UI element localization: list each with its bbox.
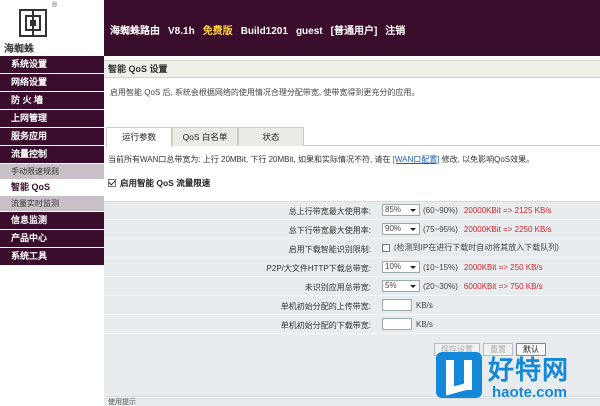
product-name: 海蜘蛛路由 [110, 26, 160, 37]
sidebar-item-services[interactable]: 服务应用 [0, 128, 104, 145]
download-usage-range: (75~95%) [423, 224, 458, 234]
sidebar-subitem-manual-rate-limit[interactable]: 手动限速规则 [0, 164, 104, 179]
watermark-logo-icon [436, 352, 482, 398]
tab-qos-whitelist[interactable]: QoS 白名单 [172, 127, 238, 146]
logout-link[interactable]: 注销 [385, 26, 405, 37]
upload-usage-row: 总上行带宽最大使用率: 85% (60~90%) 20000KBit => 21… [104, 202, 600, 220]
unknown-app-row: 未识别应用总带宽: 5% (20~30%) 6000KBit => 750 KB… [104, 278, 600, 296]
smart-detect-row: 启用下载智能识别限制: (检测到IP在进行下载时自动将其放入下载队列) [104, 240, 600, 258]
header: ® 海蜘蛛 海蜘蛛路由 V8.1h 免费版 Build1201 guest [普通用户] 注… [0, 0, 600, 56]
download-usage-calc: 20000KBit => 2250 KB/s [463, 224, 552, 234]
logo: ® 海蜘蛛 [0, 0, 104, 56]
sidebar-item-system-settings[interactable]: 系统设置 [0, 56, 104, 73]
enable-qos-row: 启用智能 QoS 流量限速 [108, 177, 210, 189]
page-title: 智能 QoS 设置 [104, 60, 600, 78]
logo-icon [19, 9, 47, 37]
build: Build1201 [240, 26, 288, 37]
watermark-text: 好特网 [488, 355, 570, 385]
download-usage-row: 总下行带宽最大使用率: 90% (75~95%) 20000KBit => 22… [104, 221, 600, 239]
top-bar: 海蜘蛛路由 V8.1h 免费版 Build1201 guest [普通用户] 注销 [104, 0, 600, 56]
init-upload-row: 单机初始分配的上传带宽: KB/s [104, 297, 600, 315]
top-bar-info: 海蜘蛛路由 V8.1h 免费版 Build1201 guest [普通用户] 注销 [110, 22, 413, 37]
p2p-row: P2P/大文件HTTP下载总带宽: 10% (10~15%) 2000KBit … [104, 259, 600, 277]
logo-text: 海蜘蛛 [4, 44, 34, 55]
registered-mark: ® [52, 2, 58, 9]
tab-run-params[interactable]: 运行参数 [106, 127, 172, 147]
p2p-select[interactable]: 10% [382, 261, 420, 273]
init-upload-unit: KB/s [416, 300, 433, 310]
enable-qos-label: 启用智能 QoS 流量限速 [120, 178, 211, 188]
username: guest [295, 26, 323, 37]
p2p-label: P2P/大文件HTTP下载总带宽: [266, 264, 371, 273]
watermark-domain: haote.com [492, 384, 568, 401]
download-usage-select[interactable]: 90% [382, 223, 420, 235]
sidebar-item-system-tools[interactable]: 系统工具 [0, 248, 104, 265]
bandwidth-info-suffix: 修改, 以免影响QoS效果。 [441, 155, 535, 164]
wan-config-link[interactable]: [WAN口配置] [393, 155, 440, 164]
upload-usage-calc: 20000KBit => 2125 KB/s [463, 205, 552, 215]
tab-bar: 运行参数 QoS 白名单 状态 [106, 127, 600, 147]
unknown-app-range: (20~30%) [423, 281, 458, 291]
smart-detect-note: (检测到IP在进行下载时自动将其放入下载队列) [394, 243, 559, 252]
unknown-app-calc: 6000KBit => 750 KB/s [463, 281, 543, 291]
bandwidth-info: 当前所有WAN口总带宽为: 上行 20MBit, 下行 20MBit, 如果和实… [108, 154, 534, 165]
unknown-app-label: 未识别应用总带宽: [304, 283, 371, 292]
edition-badge: 免费版 [202, 26, 233, 37]
p2p-calc: 2000KBit => 250 KB/s [463, 262, 543, 272]
sidebar-item-network-settings[interactable]: 网络设置 [0, 74, 104, 91]
version: V8.1h [168, 26, 195, 37]
download-usage-label: 总下行带宽最大使用率: [288, 226, 371, 235]
bandwidth-info-text: 当前所有WAN口总带宽为: 上行 20MBit, 下行 20MBit, 如果和实… [108, 155, 391, 164]
smart-detect-checkbox[interactable] [382, 243, 390, 252]
tab-status[interactable]: 状态 [238, 127, 304, 146]
sidebar-subitem-traffic-monitor[interactable]: 流量实时监测 [0, 196, 104, 211]
page-description: 启用智能 QoS 后, 系统会根据网络的使用情况合理分配带宽, 使带宽得到更充分… [110, 88, 420, 97]
sidebar-subitem-smart-qos[interactable]: 智能 QoS [0, 180, 104, 195]
sidebar-item-traffic-control[interactable]: 流量控制 [0, 146, 104, 163]
smart-detect-label: 启用下载智能识别限制: [288, 245, 371, 254]
init-download-input[interactable] [382, 318, 412, 330]
sidebar: 系统设置 网络设置 防 火 墙 上网管理 服务应用 流量控制 手动限速规则 智能… [0, 56, 104, 406]
p2p-range: (10~15%) [423, 262, 458, 272]
init-download-unit: KB/s [416, 319, 433, 329]
sidebar-item-firewall[interactable]: 防 火 墙 [0, 92, 104, 109]
enable-qos-checkbox[interactable] [108, 179, 116, 187]
unknown-app-select[interactable]: 5% [382, 280, 420, 292]
watermark: 好特网 haote.com [436, 338, 600, 406]
init-upload-input[interactable] [382, 299, 412, 311]
user-role: [普通用户] [330, 26, 378, 37]
init-download-row: 单机初始分配的下载带宽: KB/s [104, 316, 600, 334]
upload-usage-label: 总上行带宽最大使用率: [288, 207, 371, 216]
init-download-label: 单机初始分配的下载带宽: [280, 321, 371, 330]
init-upload-label: 单机初始分配的上传带宽: [280, 302, 371, 311]
upload-usage-select[interactable]: 85% [382, 204, 420, 216]
sidebar-item-internet-management[interactable]: 上网管理 [0, 110, 104, 127]
sidebar-item-info-monitor[interactable]: 信息监测 [0, 212, 104, 229]
upload-usage-range: (60~90%) [423, 205, 458, 215]
sidebar-item-product-center[interactable]: 产品中心 [0, 230, 104, 247]
